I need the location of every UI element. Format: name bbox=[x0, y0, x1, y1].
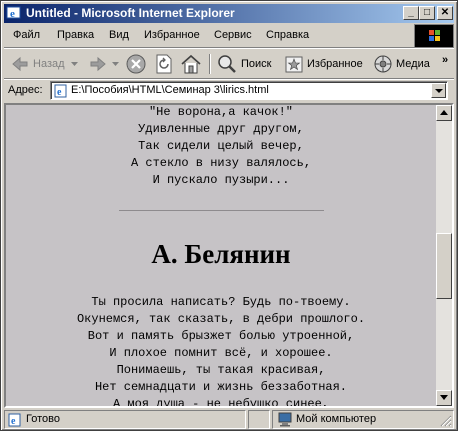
computer-icon bbox=[278, 412, 292, 427]
search-button[interactable]: Поиск bbox=[216, 52, 271, 76]
svg-text:e: e bbox=[10, 8, 15, 20]
favorites-star-icon bbox=[285, 56, 303, 73]
media-icon bbox=[374, 55, 392, 73]
favorites-label: Избранное bbox=[307, 58, 363, 70]
window-title: Untitled - Microsoft Internet Explorer bbox=[26, 6, 235, 20]
menu-favorites[interactable]: Избранное bbox=[144, 29, 200, 41]
toolbar-overflow-button[interactable]: » bbox=[442, 48, 448, 72]
back-arrow-icon bbox=[12, 56, 28, 72]
chevron-down-icon bbox=[70, 62, 78, 66]
menu-file[interactable]: Файл bbox=[13, 29, 40, 41]
scroll-thumb[interactable] bbox=[436, 233, 452, 299]
media-button[interactable]: Медиа bbox=[373, 52, 430, 76]
zone-panel: Мой компьютер bbox=[272, 410, 454, 429]
refresh-button[interactable] bbox=[154, 52, 174, 76]
arrow-up-icon bbox=[440, 110, 448, 115]
poem-line: Так сидели целый вечер, bbox=[138, 139, 304, 153]
page-icon: e bbox=[54, 84, 68, 101]
poem-line: Удивленные друг другом, bbox=[138, 122, 304, 136]
vertical-scrollbar[interactable] bbox=[436, 105, 452, 406]
title-bar[interactable]: e Untitled - Microsoft Internet Explorer… bbox=[4, 4, 454, 23]
scroll-down-button[interactable] bbox=[436, 390, 452, 406]
poem-line: Вот и память брызжет болью утроенной, bbox=[87, 329, 355, 343]
zone-text: Мой компьютер bbox=[296, 413, 377, 425]
poem-line: А моя душа - не небушко синее, bbox=[112, 397, 330, 406]
minimize-button[interactable]: _ bbox=[403, 6, 419, 20]
status-text: Готово bbox=[26, 413, 60, 425]
menu-tools[interactable]: Сервис bbox=[214, 29, 252, 41]
browser-window: e Untitled - Microsoft Internet Explorer… bbox=[0, 0, 458, 431]
poem-line: И пускало пузыри... bbox=[152, 173, 290, 187]
menu-separator bbox=[4, 47, 454, 49]
toolbar-separator bbox=[209, 54, 211, 74]
stop-button[interactable] bbox=[125, 52, 147, 76]
stop-icon bbox=[126, 54, 146, 74]
content-viewport: "Не ворона,а качок!" Удивленные друг дру… bbox=[4, 103, 454, 408]
forward-button[interactable] bbox=[88, 52, 120, 76]
maximize-button[interactable]: □ bbox=[419, 6, 435, 20]
back-button[interactable]: Назад bbox=[10, 52, 79, 76]
address-dropdown-button[interactable] bbox=[431, 83, 446, 98]
page-content[interactable]: "Не ворона,а качок!" Удивленные друг дру… bbox=[6, 105, 436, 406]
chevron-down-icon bbox=[435, 89, 443, 93]
menu-bar: Файл Правка Вид Избранное Сервис Справка bbox=[4, 25, 412, 45]
poem-line: Ты просила написать? Будь по-твоему. bbox=[91, 295, 351, 309]
horizontal-rule bbox=[119, 210, 324, 211]
menu-edit[interactable]: Правка bbox=[57, 29, 94, 41]
search-icon bbox=[218, 55, 236, 73]
home-icon bbox=[181, 54, 201, 74]
media-label: Медиа bbox=[396, 58, 430, 70]
refresh-icon bbox=[156, 54, 172, 74]
author-heading: А. Белянин bbox=[151, 239, 291, 269]
poem-line: И плохое помнит всё, и хорошее. bbox=[109, 346, 333, 360]
page-done-icon: e bbox=[8, 413, 21, 427]
menu-help[interactable]: Справка bbox=[266, 29, 309, 41]
poem-line: Окунемся, так сказать, в дебри прошлого. bbox=[76, 312, 366, 326]
svg-text:e: e bbox=[11, 416, 16, 427]
resize-grip-icon[interactable] bbox=[440, 415, 452, 427]
back-label: Назад bbox=[33, 58, 65, 70]
poem-line: Понимаешь, ты такая красивая, bbox=[116, 363, 326, 377]
home-button[interactable] bbox=[179, 52, 203, 76]
menu-view[interactable]: Вид bbox=[109, 29, 129, 41]
poem-line: Нет семнадцати и жизнь беззаботная. bbox=[94, 380, 348, 394]
status-bar: e Готово Мой компьютер bbox=[4, 410, 454, 429]
standard-toolbar: Назад Поиск Избранное Медиа » bbox=[4, 50, 454, 78]
arrow-down-icon bbox=[440, 395, 448, 400]
chevron-down-icon bbox=[112, 62, 119, 66]
svg-text:e: e bbox=[57, 87, 62, 98]
address-input[interactable]: E:\Пособия\HTML\Семинар 3\lirics.html bbox=[71, 84, 269, 96]
forward-arrow-icon bbox=[90, 56, 106, 72]
poem-line: А стекло в низу валялось, bbox=[130, 156, 312, 170]
address-label: Адрес: bbox=[8, 84, 43, 96]
address-bar: Адрес: e E:\Пособия\HTML\Семинар 3\liric… bbox=[4, 80, 454, 102]
address-field[interactable]: e E:\Пособия\HTML\Семинар 3\lirics.html bbox=[50, 81, 448, 100]
poem-line: "Не ворона,а качок!" bbox=[148, 105, 294, 119]
windows-logo bbox=[414, 24, 454, 48]
favorites-button[interactable]: Избранное bbox=[284, 52, 363, 76]
status-panel-empty bbox=[248, 410, 270, 429]
status-panel: e Готово bbox=[4, 410, 246, 429]
ie-logo-icon: e bbox=[6, 5, 22, 21]
scroll-up-button[interactable] bbox=[436, 105, 452, 121]
search-label: Поиск bbox=[241, 58, 272, 70]
close-button[interactable]: ✕ bbox=[437, 6, 453, 20]
